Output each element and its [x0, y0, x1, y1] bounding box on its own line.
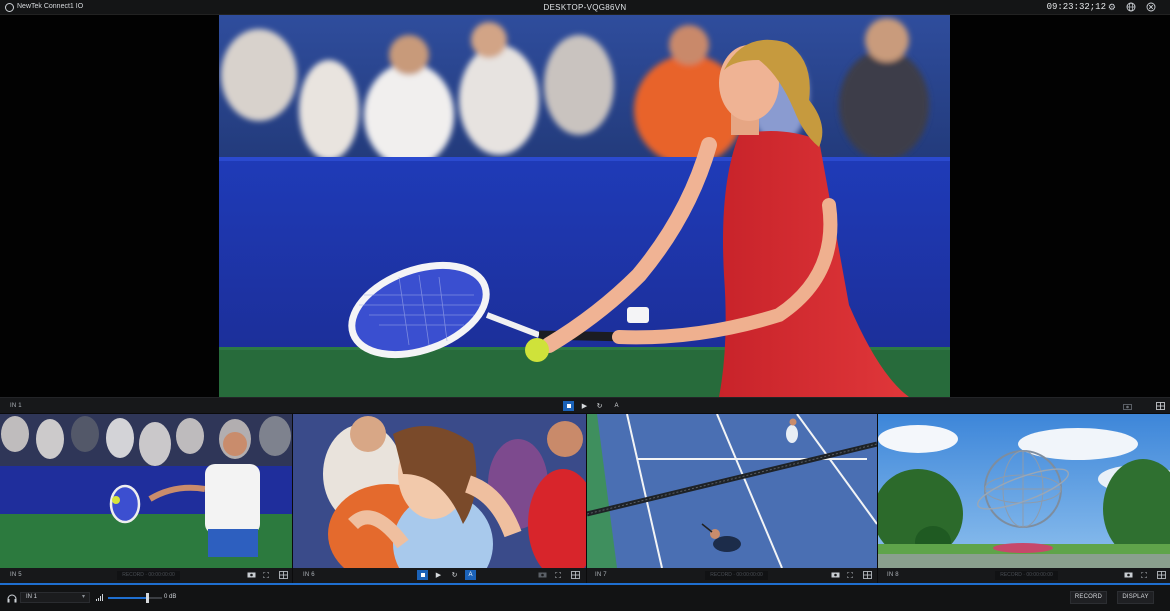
globe-icon[interactable]: [1126, 2, 1136, 15]
volume-db-readout: 0 dB: [164, 594, 177, 600]
audio-button[interactable]: A: [611, 401, 622, 411]
volume-slider-fill: [108, 597, 147, 599]
input-8-record-status[interactable]: RECORD · 00:00:00:00: [995, 571, 1058, 580]
monitor-source-value: IN 1: [26, 594, 38, 600]
camera-icon[interactable]: [246, 571, 256, 580]
gear-icon[interactable]: ⚙: [1108, 2, 1116, 13]
layout-icon[interactable]: [1155, 401, 1166, 411]
input-5-controls: IN 5 RECORD · 00:00:00:00 ⛶: [0, 568, 292, 583]
input-8-controls: IN 8 RECORD · 00:00:00:00 ⛶: [878, 568, 1170, 583]
play-button[interactable]: ▶: [579, 401, 590, 411]
stop-icon: [420, 573, 425, 577]
fullscreen-icon[interactable]: ⛶: [261, 571, 271, 580]
main-monitor-controls: IN 1 ▶ ↻ A: [0, 397, 1170, 413]
input-5-record-status[interactable]: RECORD · 00:00:00:00: [117, 571, 180, 580]
input-7-controls: IN 7 RECORD · 00:00:00:00 ⛶: [587, 568, 877, 583]
stop-icon: [566, 404, 571, 408]
fullscreen-icon[interactable]: ⛶: [553, 571, 563, 580]
record-button[interactable]: RECORD: [1070, 591, 1107, 604]
play-button[interactable]: ▶: [433, 570, 444, 580]
camera-icon[interactable]: [1122, 401, 1133, 411]
input-5-preview[interactable]: [0, 414, 292, 568]
input-7-label: IN 7: [595, 572, 607, 578]
input-6-preview[interactable]: [293, 414, 586, 568]
footer-bar: IN 1 ▾ 0 dB RECORD DISPLAY: [0, 585, 1170, 611]
display-button[interactable]: DISPLAY: [1117, 591, 1154, 604]
input-8-label: IN 8: [887, 572, 899, 578]
input-7-preview[interactable]: [587, 414, 877, 568]
input-8-preview[interactable]: [878, 414, 1170, 568]
input-6-controls: IN 6 ▶ ↻ A ⛶: [293, 568, 586, 583]
layout-icon[interactable]: [278, 571, 288, 580]
layout-icon[interactable]: [1156, 571, 1166, 580]
volume-slider[interactable]: [108, 597, 162, 599]
loop-button[interactable]: ↻: [594, 401, 605, 411]
headphones-icon: [7, 594, 17, 605]
camera-icon[interactable]: [830, 571, 840, 580]
fullscreen-icon[interactable]: ⛶: [845, 571, 855, 580]
close-icon[interactable]: [1146, 2, 1156, 15]
layout-icon[interactable]: [862, 571, 872, 580]
timecode: 09:23:32;12: [1046, 2, 1106, 12]
camera-icon[interactable]: [537, 571, 547, 580]
stop-button[interactable]: [417, 570, 428, 580]
camera-icon[interactable]: [1123, 571, 1133, 580]
title-bar: NewTek Connect1 IO DESKTOP-VQG86VN 09:23…: [0, 0, 1170, 15]
input-7-record-status[interactable]: RECORD · 00:00:00:00: [705, 571, 768, 580]
volume-meter-icon: [96, 594, 103, 601]
layout-icon[interactable]: [570, 571, 580, 580]
fullscreen-icon[interactable]: ⛶: [1139, 571, 1149, 580]
chevron-down-icon: ▾: [81, 594, 85, 600]
main-input-label: IN 1: [10, 403, 22, 409]
volume-slider-handle[interactable]: [145, 593, 149, 603]
input-6-label: IN 6: [303, 572, 315, 578]
main-video-tennis-serve[interactable]: [219, 15, 950, 397]
audio-button[interactable]: A: [465, 570, 476, 580]
host-name: DESKTOP-VQG86VN: [543, 3, 627, 12]
input-5-label: IN 5: [10, 572, 22, 578]
loop-button[interactable]: ↻: [449, 570, 460, 580]
monitor-source-select[interactable]: IN 1 ▾: [20, 592, 90, 603]
stop-button[interactable]: [563, 401, 574, 411]
